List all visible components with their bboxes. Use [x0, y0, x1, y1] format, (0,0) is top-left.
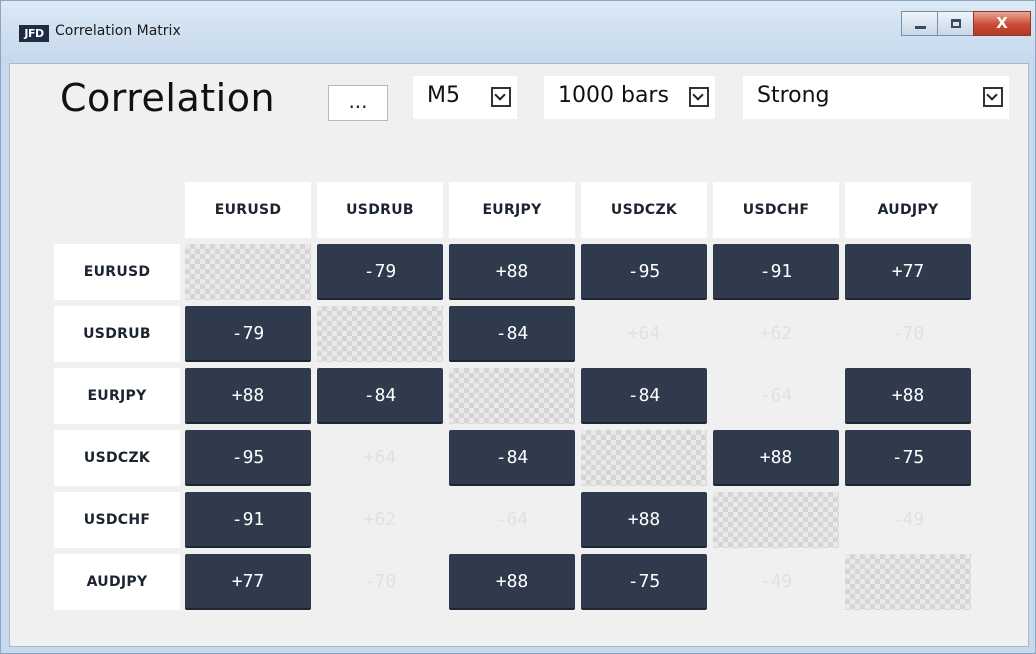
- correlation-cell[interactable]: +88: [845, 368, 971, 424]
- correlation-cell[interactable]: +88: [449, 554, 575, 610]
- column-header: USDCHF: [713, 182, 839, 238]
- diagonal-cell[interactable]: [845, 554, 971, 610]
- diagonal-cell[interactable]: [713, 492, 839, 548]
- correlation-cell[interactable]: -75: [845, 430, 971, 486]
- page-title: Correlation: [60, 76, 276, 120]
- correlation-cell[interactable]: -95: [581, 244, 707, 300]
- row-header: USDRUB: [54, 306, 180, 362]
- timeframe-value: M5: [427, 83, 460, 108]
- row-header: AUDJPY: [54, 554, 180, 610]
- maximize-icon: [951, 19, 961, 28]
- settings-ellipsis-button[interactable]: ...: [328, 85, 388, 121]
- bars-dropdown[interactable]: 1000 bars: [544, 76, 715, 119]
- close-icon: X: [996, 14, 1008, 32]
- correlation-cell[interactable]: -49: [845, 492, 971, 548]
- correlation-cell[interactable]: -84: [449, 306, 575, 362]
- correlation-cell[interactable]: +88: [185, 368, 311, 424]
- maximize-button[interactable]: [937, 11, 974, 36]
- diagonal-cell[interactable]: [185, 244, 311, 300]
- app-logo-icon: JFD: [19, 25, 49, 42]
- column-header: USDRUB: [317, 182, 443, 238]
- correlation-cell[interactable]: +88: [581, 492, 707, 548]
- correlation-cell[interactable]: +77: [845, 244, 971, 300]
- correlation-cell[interactable]: -79: [185, 306, 311, 362]
- minimize-button[interactable]: [901, 11, 938, 36]
- column-header: EURJPY: [449, 182, 575, 238]
- correlation-cell[interactable]: +62: [317, 492, 443, 548]
- bars-value: 1000 bars: [558, 83, 669, 108]
- correlation-cell[interactable]: +77: [185, 554, 311, 610]
- row-header: USDCZK: [54, 430, 180, 486]
- chevron-down-icon[interactable]: [983, 87, 1003, 107]
- chevron-down-icon[interactable]: [491, 87, 511, 107]
- correlation-cell[interactable]: -64: [713, 368, 839, 424]
- correlation-cell[interactable]: -91: [713, 244, 839, 300]
- correlation-cell[interactable]: -84: [317, 368, 443, 424]
- chevron-down-icon[interactable]: [689, 87, 709, 107]
- correlation-cell[interactable]: +88: [713, 430, 839, 486]
- correlation-cell[interactable]: -49: [713, 554, 839, 610]
- correlation-cell[interactable]: -64: [449, 492, 575, 548]
- timeframe-dropdown[interactable]: M5: [413, 76, 517, 119]
- correlation-matrix-window: JFD Correlation Matrix X Correlation ...…: [0, 0, 1036, 654]
- correlation-cell[interactable]: +64: [317, 430, 443, 486]
- row-header: EURUSD: [54, 244, 180, 300]
- correlation-cell[interactable]: -79: [317, 244, 443, 300]
- minimize-icon: [915, 26, 926, 29]
- correlation-cell[interactable]: +64: [581, 306, 707, 362]
- row-header: EURJPY: [54, 368, 180, 424]
- strength-filter-value: Strong: [757, 83, 830, 108]
- column-header: AUDJPY: [845, 182, 971, 238]
- correlation-cell[interactable]: -84: [581, 368, 707, 424]
- client-area: Correlation ... M5 1000 bars Strong EURU…: [9, 63, 1029, 647]
- strength-filter-dropdown[interactable]: Strong: [743, 76, 1009, 119]
- diagonal-cell[interactable]: [449, 368, 575, 424]
- title-bar[interactable]: JFD Correlation Matrix X: [1, 1, 1035, 63]
- window-controls: X: [901, 11, 1031, 36]
- diagonal-cell[interactable]: [317, 306, 443, 362]
- correlation-cell[interactable]: -75: [581, 554, 707, 610]
- row-header: USDCHF: [54, 492, 180, 548]
- correlation-cell[interactable]: -70: [845, 306, 971, 362]
- correlation-cell[interactable]: +62: [713, 306, 839, 362]
- column-header: EURUSD: [185, 182, 311, 238]
- correlation-cell[interactable]: -84: [449, 430, 575, 486]
- diagonal-cell[interactable]: [581, 430, 707, 486]
- column-header: USDCZK: [581, 182, 707, 238]
- correlation-cell[interactable]: -70: [317, 554, 443, 610]
- correlation-cell[interactable]: +88: [449, 244, 575, 300]
- window-title: Correlation Matrix: [55, 23, 181, 39]
- correlation-cell[interactable]: -91: [185, 492, 311, 548]
- close-button[interactable]: X: [973, 11, 1031, 36]
- correlation-cell[interactable]: -95: [185, 430, 311, 486]
